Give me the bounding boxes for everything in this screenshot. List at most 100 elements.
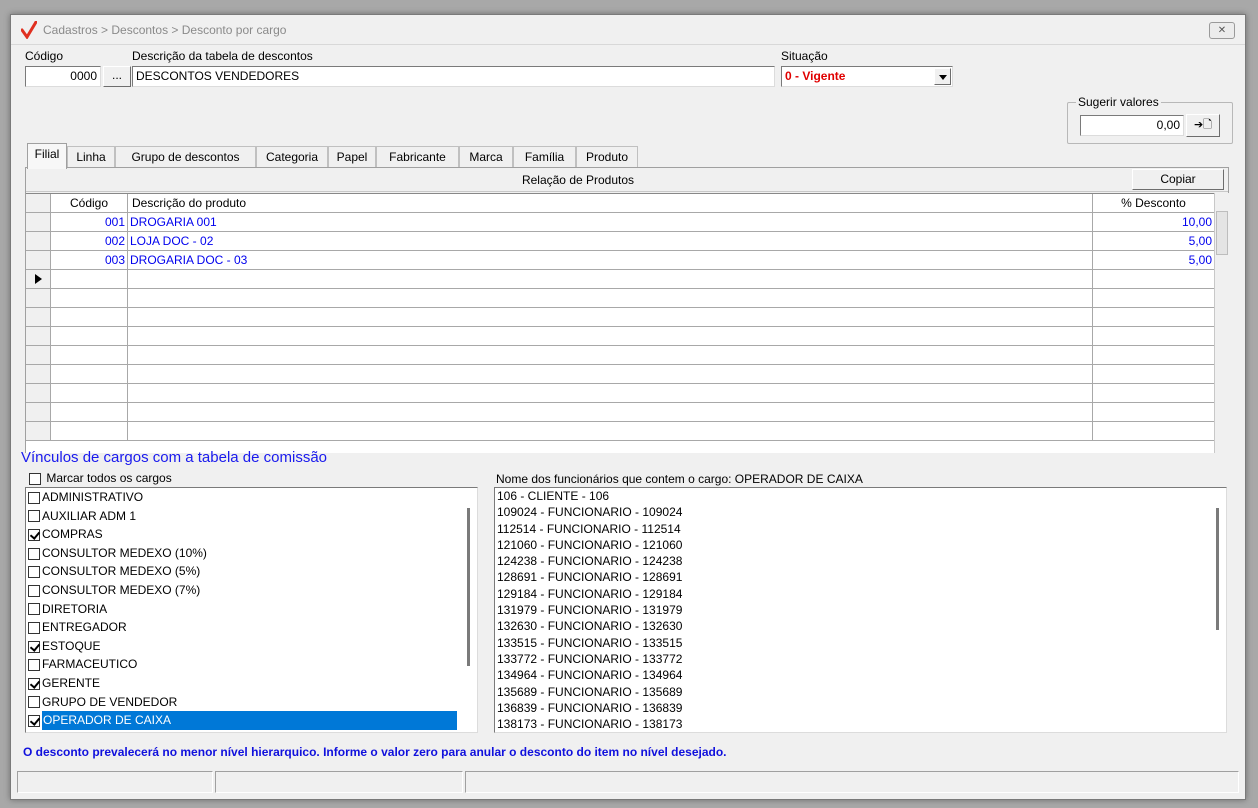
empty-table-row[interactable]: [26, 346, 1214, 365]
cell-descricao[interactable]: [128, 422, 1093, 440]
table-row[interactable]: 001 DROGARIA 001 10,00: [26, 213, 1214, 232]
cargos-scrollbar[interactable]: [460, 488, 477, 732]
funcionario-item[interactable]: 136839 - FUNCIONARIO - 136839: [495, 700, 1226, 716]
column-header-codigo[interactable]: Código: [51, 194, 128, 212]
row-indicator[interactable]: [26, 346, 51, 364]
cell-codigo[interactable]: [51, 289, 128, 307]
funcionario-item[interactable]: 133772 - FUNCIONARIO - 133772: [495, 651, 1226, 667]
checkbox-icon[interactable]: [28, 603, 40, 616]
funcionario-item[interactable]: 106 - CLIENTE - 106: [495, 488, 1226, 504]
copiar-button[interactable]: Copiar: [1132, 169, 1224, 190]
cell-descricao[interactable]: DROGARIA DOC - 03: [128, 251, 1093, 269]
funcionario-item[interactable]: 134964 - FUNCIONARIO - 134964: [495, 667, 1226, 683]
empty-table-row[interactable]: [26, 308, 1214, 327]
situacao-select[interactable]: 0 - Vigente: [781, 66, 953, 87]
tab-familia[interactable]: Família: [513, 146, 576, 168]
cell-desconto[interactable]: [1093, 422, 1214, 440]
cargos-scroll-thumb[interactable]: [467, 508, 470, 666]
cell-desconto[interactable]: [1093, 403, 1214, 421]
checked-checkbox-icon[interactable]: [28, 529, 40, 542]
row-indicator[interactable]: [26, 422, 51, 440]
checkbox-icon[interactable]: [28, 584, 40, 597]
tab-papel[interactable]: Papel: [328, 146, 376, 168]
cell-codigo[interactable]: [51, 327, 128, 345]
checkbox-icon[interactable]: [29, 472, 41, 485]
column-header-descricao[interactable]: Descrição do produto: [128, 194, 1093, 212]
empty-table-row[interactable]: [26, 289, 1214, 308]
column-header-desconto[interactable]: % Desconto: [1093, 194, 1214, 212]
descricao-input[interactable]: DESCONTOS VENDEDORES: [132, 66, 775, 87]
cell-descricao[interactable]: [128, 308, 1093, 326]
tab-marca[interactable]: Marca: [459, 146, 513, 168]
empty-table-row[interactable]: [26, 384, 1214, 403]
cargo-item[interactable]: GRUPO DE VENDEDOR: [26, 693, 477, 712]
row-indicator[interactable]: [26, 365, 51, 383]
empty-table-row[interactable]: [26, 327, 1214, 346]
row-indicator[interactable]: [26, 251, 51, 269]
tab-categoria[interactable]: Categoria: [256, 146, 328, 168]
cell-descricao[interactable]: [128, 384, 1093, 402]
row-indicator[interactable]: [26, 327, 51, 345]
cell-desconto[interactable]: [1093, 365, 1214, 383]
empty-table-row[interactable]: [26, 422, 1214, 441]
cargo-item[interactable]: CONSULTOR MEDEXO (10%): [26, 544, 477, 563]
checkbox-icon[interactable]: [28, 566, 40, 579]
cell-codigo[interactable]: [51, 270, 128, 288]
checkbox-icon[interactable]: [28, 696, 40, 709]
cargo-item[interactable]: ENTREGADOR: [26, 618, 477, 637]
cargo-item[interactable]: OPERADOR DE CAIXA: [26, 711, 477, 730]
row-indicator[interactable]: [26, 270, 51, 288]
funcionario-item[interactable]: 124238 - FUNCIONARIO - 124238: [495, 553, 1226, 569]
funcionario-item[interactable]: 121060 - FUNCIONARIO - 121060: [495, 537, 1226, 553]
grid-scrollbar[interactable]: [1214, 193, 1229, 453]
chevron-down-icon[interactable]: [934, 68, 951, 85]
codigo-input[interactable]: 0000: [25, 66, 101, 87]
funcionario-item[interactable]: 129184 - FUNCIONARIO - 129184: [495, 586, 1226, 602]
tab-produto[interactable]: Produto: [576, 146, 638, 168]
cargo-item[interactable]: DIRETORIA: [26, 600, 477, 619]
cell-codigo[interactable]: [51, 365, 128, 383]
cell-desconto[interactable]: [1093, 270, 1214, 288]
table-row[interactable]: 002 LOJA DOC - 02 5,00: [26, 232, 1214, 251]
checkbox-icon[interactable]: [28, 491, 40, 504]
grid-scroll-thumb[interactable]: [1216, 211, 1228, 255]
checked-checkbox-icon[interactable]: [28, 714, 40, 727]
funcionarios-scroll-thumb[interactable]: [1216, 508, 1219, 630]
row-indicator[interactable]: [26, 308, 51, 326]
empty-table-row[interactable]: [26, 270, 1214, 289]
empty-table-row[interactable]: [26, 365, 1214, 384]
cell-codigo[interactable]: 001: [51, 213, 128, 231]
row-indicator[interactable]: [26, 213, 51, 231]
cell-desconto[interactable]: 10,00: [1093, 213, 1214, 231]
cell-descricao[interactable]: [128, 365, 1093, 383]
cell-codigo[interactable]: [51, 346, 128, 364]
cell-codigo[interactable]: [51, 422, 128, 440]
empty-table-row[interactable]: [26, 403, 1214, 422]
checked-checkbox-icon[interactable]: [28, 640, 40, 653]
cell-codigo[interactable]: 003: [51, 251, 128, 269]
row-indicator[interactable]: [26, 232, 51, 250]
funcionarios-list[interactable]: 106 - CLIENTE - 106 109024 - FUNCIONARIO …: [494, 487, 1227, 733]
cargo-item[interactable]: ESTOQUE: [26, 637, 477, 656]
cell-descricao[interactable]: DROGARIA 001: [128, 213, 1093, 231]
cell-descricao[interactable]: LOJA DOC - 02: [128, 232, 1093, 250]
checkbox-icon[interactable]: [28, 621, 40, 634]
cell-desconto[interactable]: [1093, 346, 1214, 364]
cell-desconto[interactable]: [1093, 327, 1214, 345]
cargo-item[interactable]: AUXILIAR ADM 1: [26, 507, 477, 526]
funcionario-item[interactable]: 133515 - FUNCIONARIO - 133515: [495, 635, 1226, 651]
tab-fabricante[interactable]: Fabricante: [376, 146, 459, 168]
funcionario-item[interactable]: 131979 - FUNCIONARIO - 131979: [495, 602, 1226, 618]
sugerir-valores-input[interactable]: 0,00: [1080, 115, 1184, 136]
cell-desconto[interactable]: [1093, 384, 1214, 402]
table-row[interactable]: 003 DROGARIA DOC - 03 5,00: [26, 251, 1214, 270]
funcionarios-scrollbar[interactable]: [1209, 488, 1226, 732]
row-indicator[interactable]: [26, 384, 51, 402]
tab-filial[interactable]: Filial: [27, 143, 67, 169]
cell-descricao[interactable]: [128, 289, 1093, 307]
tab-grupo-de-descontos[interactable]: Grupo de descontos: [115, 146, 256, 168]
cargo-item[interactable]: GERENTE: [26, 674, 477, 693]
cell-codigo[interactable]: 002: [51, 232, 128, 250]
apply-values-button[interactable]: ➔🗋: [1186, 114, 1220, 137]
funcionario-item[interactable]: 135689 - FUNCIONARIO - 135689: [495, 684, 1226, 700]
